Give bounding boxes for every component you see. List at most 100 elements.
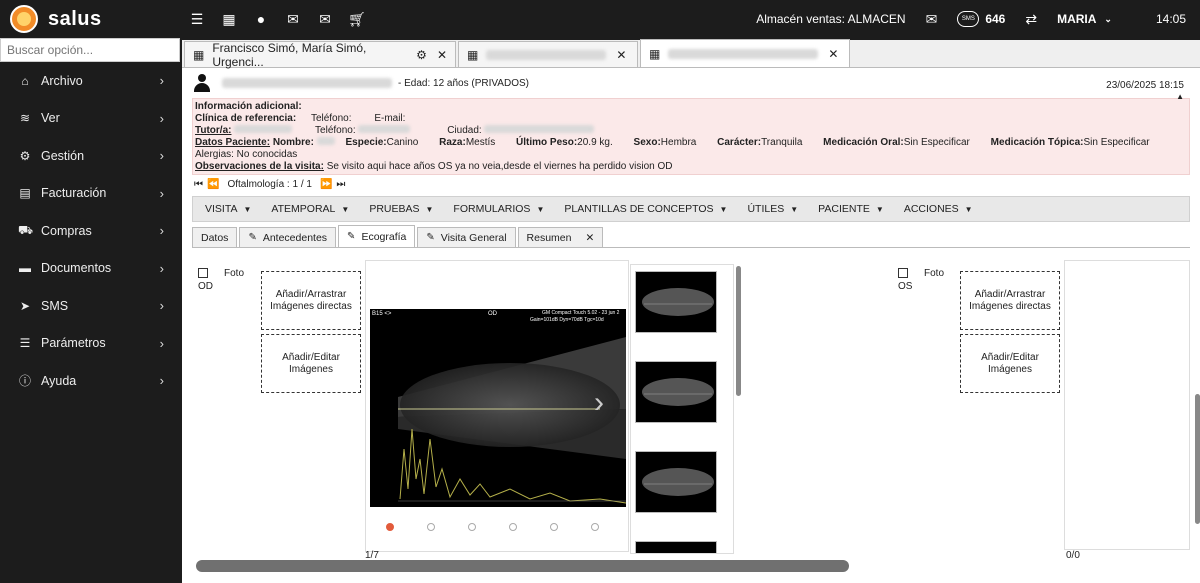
thumbnail-scrollbar[interactable] [736,266,741,396]
med-top-label: Medicación Tópica: [990,136,1084,148]
tab-blurred-2[interactable]: ▦ ✕ [640,39,850,67]
sidebar-item-label: Parámetros [41,336,106,351]
next-icon[interactable]: ⏩ [320,179,332,190]
user-menu[interactable]: MARIA ⌄ [1057,12,1112,26]
add-edit-images-button-os[interactable]: Añadir/Editar Imágenes [960,334,1060,393]
person-icon [194,74,210,92]
menu-icon[interactable]: ☰ [188,10,206,28]
logo-icon [10,5,38,33]
peso-label: Último Peso: [516,136,578,148]
record-pager: ⏮ ⏪ Oftalmología : 1 / 1 ⏩ ⏭ [182,175,1200,193]
sidebar-item-ayuda[interactable]: ⓘ Ayuda › [0,362,180,400]
sms-counter[interactable]: SMS 646 [957,11,1005,27]
app-logo[interactable]: salus [0,5,180,33]
tab-label: Antecedentes [262,231,328,244]
thumbnail-image[interactable] [635,361,717,423]
qr-icon[interactable] [898,268,908,278]
gear-icon[interactable]: ⚙ [416,48,427,62]
close-icon[interactable]: ✕ [828,47,838,61]
sidebar-item-archivo[interactable]: ⌂ Archivo › [0,62,180,100]
sidebar-item-documentos[interactable]: ▬ Documentos › [0,250,180,288]
sidebar-item-ver[interactable]: ≋ Ver › [0,100,180,138]
mail-icon[interactable]: ✉ [284,10,302,28]
menu-label: FORMULARIOS [453,203,531,216]
cart-icon[interactable]: 🛒︎ [348,10,366,28]
menu-atemporal[interactable]: ATEMPORAL ▼ [271,203,349,215]
menu-acciones[interactable]: ACCIONES ▼ [904,203,973,215]
datos-label[interactable]: Datos Paciente: [195,137,270,148]
tab-patient-visit[interactable]: ▦ Francisco Simó, María Simó, Urgenci...… [184,41,456,69]
close-icon[interactable]: ✕ [586,232,595,244]
page-scrollbar[interactable] [1195,394,1200,524]
tab-datos[interactable]: Datos [192,227,238,248]
us-header-center: OD [488,311,497,317]
add-edit-images-button[interactable]: Añadir/Editar Imágenes [261,334,361,393]
observations-label[interactable]: Observaciones de la visita: [195,161,324,172]
carousel-dot[interactable] [427,523,435,531]
close-icon[interactable]: ✕ [437,48,447,62]
menu-plantillas-de-conceptos[interactable]: PLANTILLAS DE CONCEPTOS ▼ [564,203,727,215]
thumbnail-image[interactable] [635,451,717,513]
tab-blurred-1[interactable]: ▦ ✕ [458,41,638,67]
tutor-label[interactable]: Tutor/a: [195,125,231,136]
mail-send-icon[interactable]: ✉ [316,10,334,28]
carousel-dot[interactable] [386,523,394,531]
tab-resumen[interactable]: Resumen ✕ [517,227,604,248]
blurred-text [234,124,293,133]
carousel-dot[interactable] [550,523,558,531]
carousel-dot[interactable] [509,523,517,531]
thumbnail-graphic [642,378,714,406]
search-input[interactable] [0,38,180,62]
tab-antecedentes[interactable]: ✎ Antecedentes [239,227,337,248]
add-drag-images-button-os[interactable]: Añadir/Arrastrar Imágenes directas [960,271,1060,330]
add-drag-images-button[interactable]: Añadir/Arrastrar Imágenes directas [261,271,361,330]
collapse-icon[interactable]: ▲ [1176,92,1184,101]
chevron-right-icon: › [159,110,164,126]
tab-label: Visita General [440,231,507,244]
close-icon[interactable]: ✕ [616,48,626,62]
folder-icon: ▬ [19,261,31,276]
thumbnail-image[interactable] [635,271,717,333]
send-icon: ➤ [19,298,31,313]
menu-formularios[interactable]: FORMULARIOS ▼ [453,203,544,215]
qr-icon[interactable] [198,268,208,278]
cart-icon: ⛟ [18,222,34,237]
gear-icon: ⚙ [19,148,31,163]
ultrasound-graphic [398,337,626,504]
tab-ecografia[interactable]: ✎ Ecografía [338,225,416,248]
prev-icon[interactable]: ⏪ [207,179,219,190]
sidebar-item-compras[interactable]: ⛟ Compras › [0,212,180,250]
sidebar-item-label: Facturación [41,186,107,201]
last-icon[interactable]: ⏭ [336,179,345,190]
next-image-icon[interactable]: › [594,386,604,420]
menu-pruebas[interactable]: PRUEBAS ▼ [369,203,433,215]
home-icon: ⌂ [21,73,29,88]
menu-visita[interactable]: VISITA ▼ [205,203,251,215]
info-icon: ⓘ [18,374,31,389]
mail-icon[interactable]: ✉ [926,11,938,28]
sidebar-item-sms[interactable]: ➤ SMS › [0,287,180,325]
thumbnail-strip[interactable] [630,264,734,554]
horizontal-scrollbar[interactable] [196,560,849,572]
first-icon[interactable]: ⏮ [194,179,203,190]
ultrasound-image: B15 <> OD GM Compact Touch 5.02 - 23 jun… [370,309,626,507]
carousel-dot[interactable] [468,523,476,531]
dropdown-icon: ▼ [875,204,884,214]
carousel-dot[interactable] [591,523,599,531]
store-label: Almacén ventas: ALMACEN [756,12,906,26]
tab-visita-general[interactable]: ✎ Visita General [417,227,516,248]
sidebar-item-facturaci-n[interactable]: ▤ Facturación › [0,175,180,213]
thumbnail-image[interactable] [635,541,717,553]
image-viewer-os[interactable] [1064,260,1190,550]
menu--tiles[interactable]: ÚTILES ▼ [747,203,798,215]
calendar-icon[interactable]: ▦ [220,10,238,28]
sidebar-item-par-metros[interactable]: ☰ Parámetros › [0,325,180,363]
sidebar-item-gesti-n[interactable]: ⚙ Gestión › [0,137,180,175]
raza-label: Raza: [439,136,466,148]
swap-icon[interactable]: ⇄ [1025,11,1037,28]
user-icon[interactable]: ● [252,10,270,28]
os-label: OS [898,281,913,292]
image-viewer[interactable]: B15 <> OD GM Compact Touch 5.02 - 23 jun… [365,260,629,552]
menu-paciente[interactable]: PACIENTE ▼ [818,203,884,215]
section-tabs: Datos ✎ Antecedentes ✎ Ecografía ✎ Visita G… [192,225,1190,249]
